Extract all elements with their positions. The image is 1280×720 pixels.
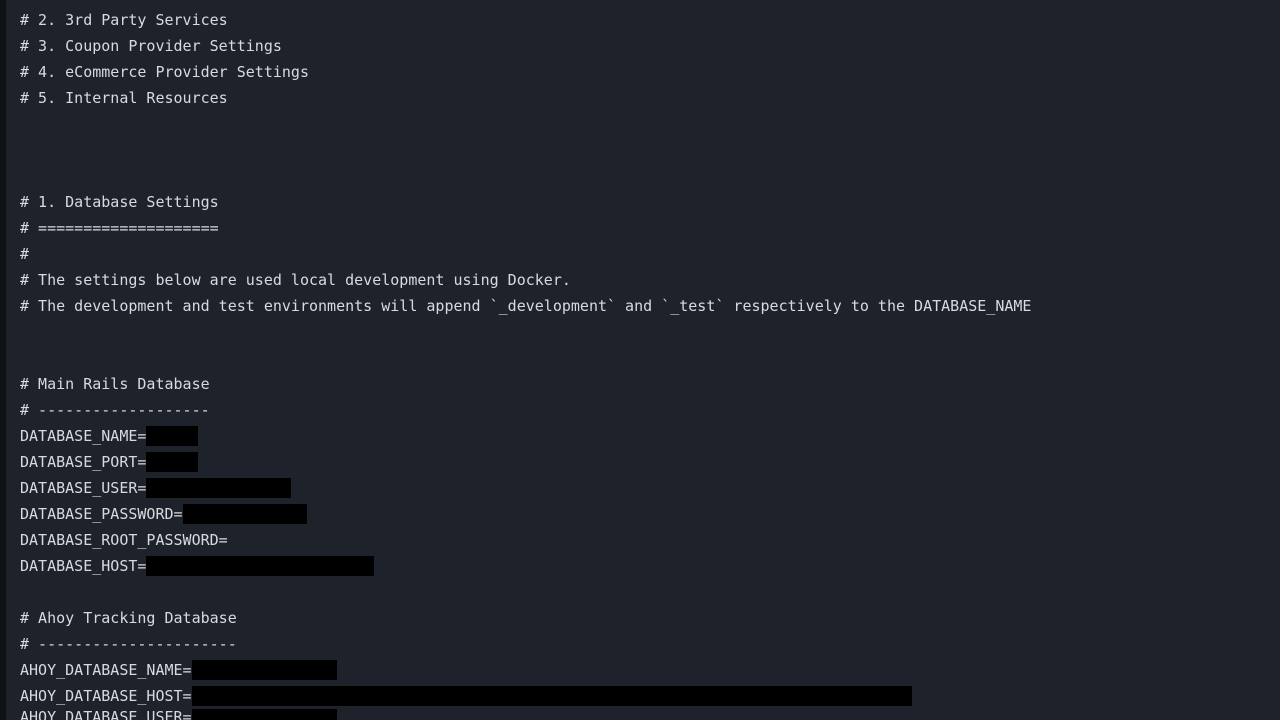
redacted-value	[146, 452, 198, 472]
code-text: # Main Rails Database	[20, 371, 210, 397]
code-line: DATABASE_PASSWORD=	[20, 501, 1280, 527]
code-line: # -------------------	[20, 397, 1280, 423]
code-line: # The development and test environments …	[20, 293, 1280, 319]
code-line: # The settings below are used local deve…	[20, 267, 1280, 293]
code-line	[20, 163, 1280, 189]
code-line: DATABASE_ROOT_PASSWORD=	[20, 527, 1280, 553]
code-line: DATABASE_PORT=	[20, 449, 1280, 475]
code-line: DATABASE_NAME=	[20, 423, 1280, 449]
code-line: # 1. Database Settings	[20, 189, 1280, 215]
code-line	[20, 111, 1280, 137]
code-text: # 5. Internal Resources	[20, 85, 228, 111]
code-line: # Ahoy Tracking Database	[20, 605, 1280, 631]
env-key: AHOY_DATABASE_NAME=	[20, 657, 192, 683]
code-text: # 3. Coupon Provider Settings	[20, 33, 282, 59]
code-line: DATABASE_HOST=	[20, 553, 1280, 579]
code-line: # ----------------------	[20, 631, 1280, 657]
code-line: # ====================	[20, 215, 1280, 241]
code-text: # -------------------	[20, 397, 210, 423]
code-text: # 2. 3rd Party Services	[20, 7, 228, 33]
env-key: DATABASE_ROOT_PASSWORD=	[20, 527, 228, 553]
code-line: AHOY_DATABASE_NAME=	[20, 657, 1280, 683]
redacted-value	[146, 556, 374, 576]
code-text: # ====================	[20, 215, 219, 241]
env-key: DATABASE_HOST=	[20, 553, 146, 579]
code-text: # ----------------------	[20, 631, 237, 657]
code-text: #	[20, 241, 29, 267]
env-key: AHOY_DATABASE_HOST=	[20, 683, 192, 709]
redacted-value	[146, 426, 198, 446]
code-text: # 1. Database Settings	[20, 189, 219, 215]
code-line: DATABASE_USER=	[20, 475, 1280, 501]
code-line: # 5. Internal Resources	[20, 85, 1280, 111]
code-line	[20, 579, 1280, 605]
env-key: DATABASE_NAME=	[20, 423, 146, 449]
code-area[interactable]: # 2. 3rd Party Services# 3. Coupon Provi…	[6, 0, 1280, 720]
code-line	[20, 345, 1280, 371]
code-line: # 3. Coupon Provider Settings	[20, 33, 1280, 59]
env-key: DATABASE_USER=	[20, 475, 146, 501]
code-line: # 2. 3rd Party Services	[20, 7, 1280, 33]
code-text: # Ahoy Tracking Database	[20, 605, 237, 631]
env-key: DATABASE_PASSWORD=	[20, 501, 183, 527]
code-editor: # 2. 3rd Party Services# 3. Coupon Provi…	[0, 0, 1280, 720]
code-line	[20, 319, 1280, 345]
code-line: # 4. eCommerce Provider Settings	[20, 59, 1280, 85]
code-text: # The development and test environments …	[20, 293, 1031, 319]
code-line	[20, 137, 1280, 163]
redacted-value	[192, 709, 337, 720]
env-key: DATABASE_PORT=	[20, 449, 146, 475]
code-line: AHOY_DATABASE_USER=	[20, 709, 1280, 720]
env-key: AHOY_DATABASE_USER=	[20, 709, 192, 720]
redacted-value	[192, 686, 912, 706]
code-text: # 4. eCommerce Provider Settings	[20, 59, 309, 85]
redacted-value	[183, 504, 307, 524]
redacted-value	[192, 660, 337, 680]
code-text: # The settings below are used local deve…	[20, 267, 571, 293]
code-line: AHOY_DATABASE_HOST=	[20, 683, 1280, 709]
redacted-value	[146, 478, 291, 498]
code-line: #	[20, 241, 1280, 267]
code-line: # Main Rails Database	[20, 371, 1280, 397]
